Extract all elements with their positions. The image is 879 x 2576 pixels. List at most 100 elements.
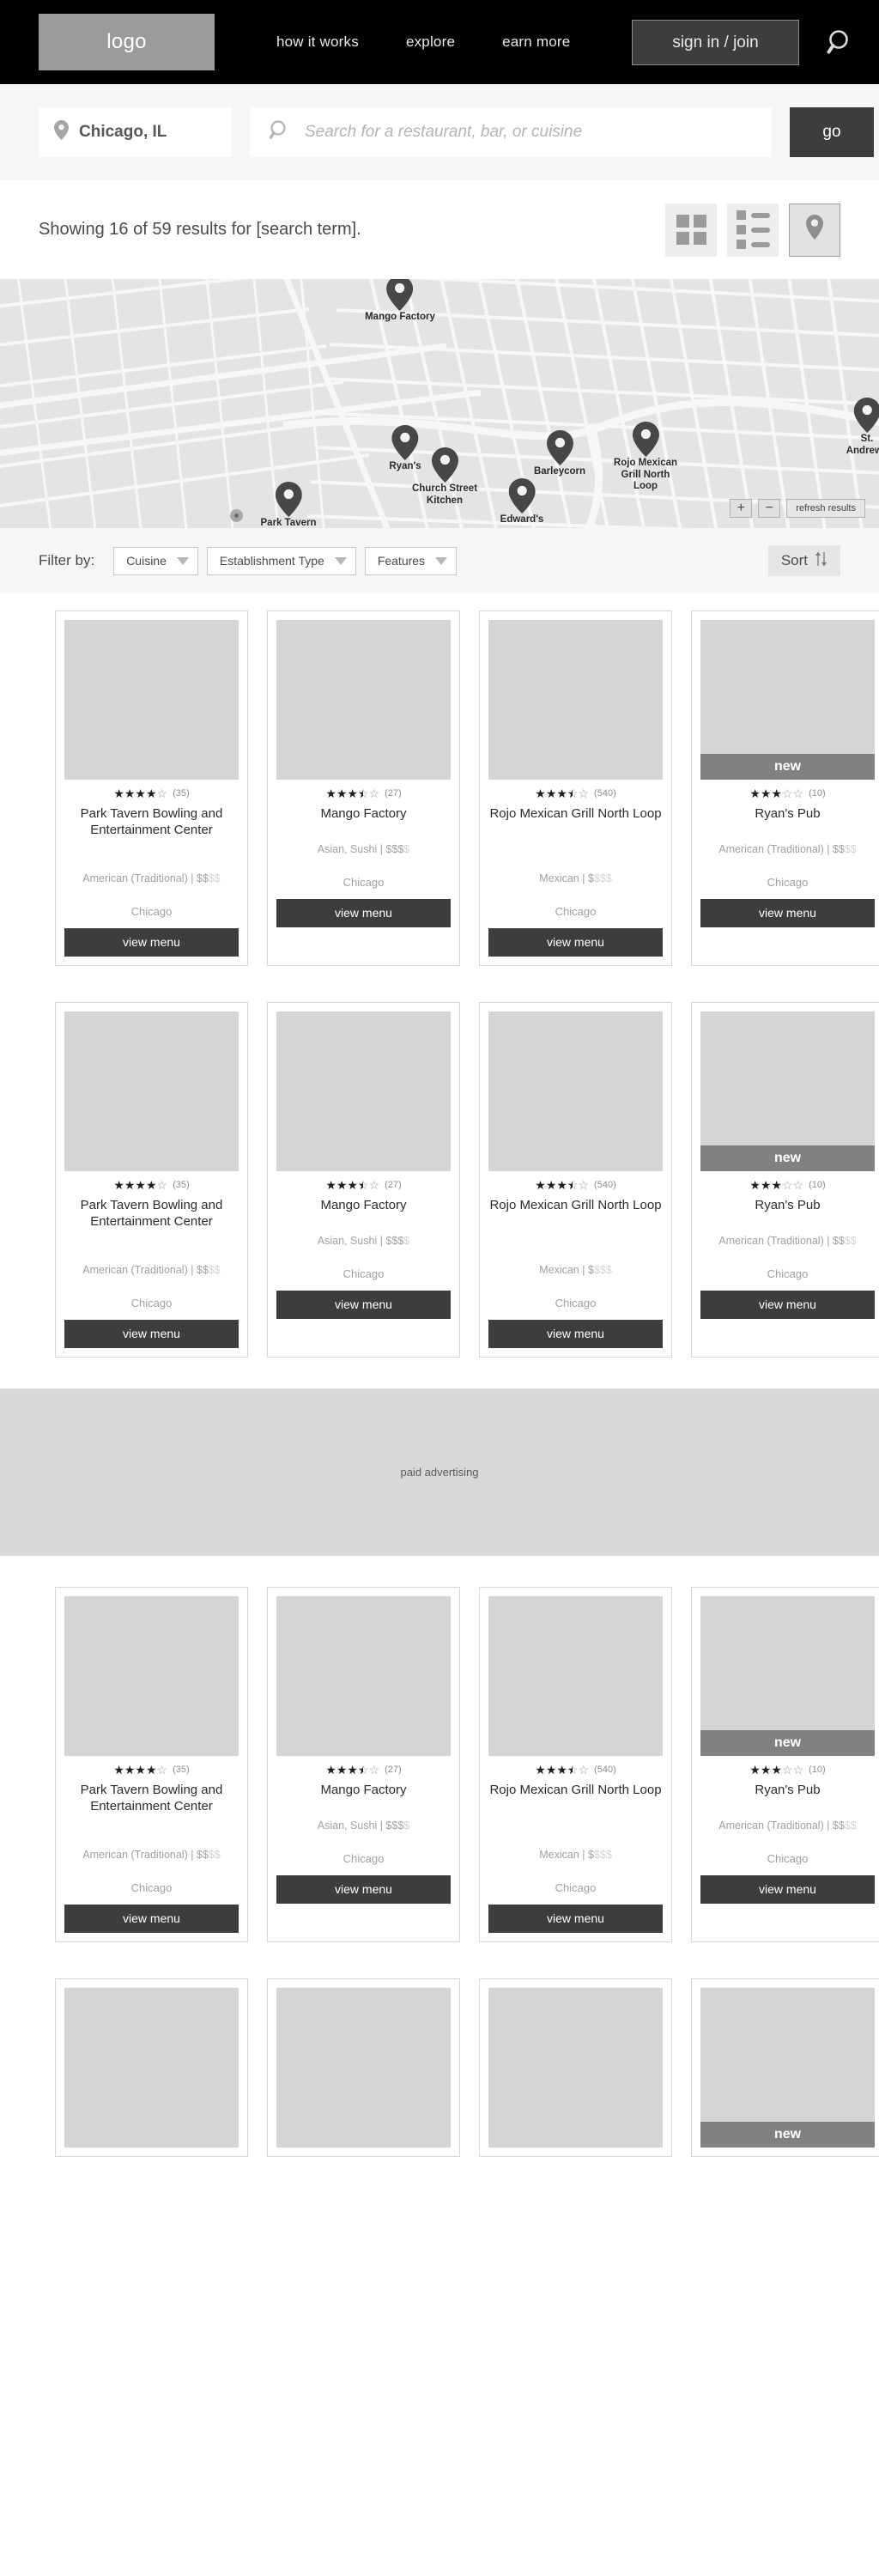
restaurant-thumbnail[interactable] [488,1987,663,2148]
view-menu-button[interactable]: view menu [488,1319,663,1348]
refresh-results-button[interactable]: refresh results [786,499,865,518]
map-zoom-in-button[interactable]: + [730,499,753,518]
restaurant-thumbnail[interactable] [488,1011,663,1171]
map-pin[interactable]: St. Andrews [846,398,879,457]
chevron-down-icon [435,556,448,565]
map-pin-label: Park Tavern Bowling and Enterntainment C… [260,518,317,528]
restaurant-card[interactable]: new ★★★☆☆ (10) Ryan's Pub American (Traditio… [691,1586,879,1942]
restaurant-card[interactable] [479,1978,672,2157]
map-pin[interactable]: Church Street Kitchen [412,447,477,507]
view-menu-button[interactable]: view menu [488,927,663,957]
restaurant-card[interactable]: ★★★☆★☆ (540) Rojo Mexican Grill North Loop… [479,1001,672,1358]
restaurant-thumbnail[interactable] [276,1595,451,1756]
restaurant-card[interactable]: new ★★★☆☆ (10) Ryan's Pub American (Traditio… [691,611,879,966]
restaurant-thumbnail[interactable] [488,1595,663,1756]
filter-select-establishment-type[interactable]: Establishment Type [206,546,356,575]
map-pin[interactable]: Barleycorn [534,430,585,478]
restaurant-thumbnail[interactable] [276,1987,451,2148]
map-pin-icon [508,478,536,513]
grid-icon [676,215,706,245]
restaurant-name[interactable]: Rojo Mexican Grill North Loop [488,1783,663,1832]
city: Chicago [555,1296,597,1309]
search-icon[interactable] [827,28,855,61]
review-count: (35) [173,788,190,799]
map-pin[interactable]: Edward's [500,478,543,526]
restaurant-card[interactable]: new ★★★☆☆ (10) Ryan's Pub American (Traditio… [691,1001,879,1358]
restaurant-card[interactable]: new [691,1978,879,2157]
rating: ★★★☆☆ (10) [700,787,875,799]
restaurant-name[interactable]: Rojo Mexican Grill North Loop [488,1198,663,1248]
restaurant-card[interactable]: ★★★☆★☆ (27) Mango Factory Asian, Sushi | $$… [267,1586,460,1942]
sign-in-join-button[interactable]: sign in / join [632,20,799,65]
restaurant-name[interactable]: Mango Factory [276,1198,451,1218]
restaurant-thumbnail[interactable] [488,620,663,780]
location-input[interactable]: Chicago, IL [39,107,232,157]
restaurant-card[interactable]: ★★★★☆ (35) Park Tavern Bowling and Enterta… [55,611,248,966]
nav-link-explore[interactable]: explore [406,33,455,51]
city: Chicago [767,1267,809,1280]
sort-button[interactable]: Sort [767,545,840,576]
search-input[interactable]: Search for a restaurant, bar, or cuisine [250,107,772,157]
review-count: (10) [809,788,826,799]
restaurant-name[interactable]: Ryan's Pub [700,806,875,827]
restaurant-card[interactable] [267,1978,460,2157]
restaurant-name[interactable]: Park Tavern Bowling and Entertainment Ce… [64,806,239,856]
restaurant-name[interactable]: Ryan's Pub [700,1198,875,1218]
map-zoom-out-button[interactable]: − [758,499,781,518]
view-menu-button[interactable]: view menu [700,1874,875,1904]
logo[interactable]: logo [39,14,215,70]
restaurant-name[interactable]: Rojo Mexican Grill North Loop [488,806,663,856]
view-menu-button[interactable]: view menu [700,1290,875,1319]
view-menu-button[interactable]: view menu [64,1319,239,1348]
view-menu-button[interactable]: view menu [700,898,875,927]
restaurant-card[interactable]: ★★★☆★☆ (27) Mango Factory Asian, Sushi | $$… [267,1001,460,1358]
restaurant-thumbnail[interactable] [276,1011,451,1171]
grid-view-button[interactable] [665,203,717,257]
restaurant-thumbnail[interactable] [64,1595,239,1756]
restaurant-card[interactable]: ★★★☆★☆ (540) Rojo Mexican Grill North Loop… [479,1586,672,1942]
restaurant-card[interactable] [55,1978,248,2157]
review-count: (27) [385,788,402,799]
restaurant-name[interactable]: Ryan's Pub [700,1783,875,1803]
filter-select-cuisine[interactable]: Cuisine [113,546,198,575]
nav-link-how-it-works[interactable]: how it works [276,33,359,51]
primary-nav-links: how it works explore earn more [276,33,570,51]
results-map[interactable]: Mango Factory Ryan's Church Street Kitchen… [0,279,879,528]
review-count: (27) [385,1764,402,1775]
paid-advertising-banner[interactable]: paid advertising [0,1388,879,1556]
restaurant-name[interactable]: Park Tavern Bowling and Entertainment Ce… [64,1198,239,1248]
restaurant-thumbnail[interactable]: new [700,1595,875,1756]
map-pin[interactable]: Mango Factory [365,279,435,324]
restaurant-card[interactable]: ★★★★☆ (35) Park Tavern Bowling and Enterta… [55,1586,248,1942]
list-view-button[interactable] [727,203,779,257]
restaurant-name[interactable]: Park Tavern Bowling and Entertainment Ce… [64,1783,239,1832]
restaurant-thumbnail[interactable]: new [700,1011,875,1171]
restaurant-name[interactable]: Mango Factory [276,1783,451,1803]
restaurant-card[interactable]: ★★★☆★☆ (27) Mango Factory Asian, Sushi | $$… [267,611,460,966]
view-menu-button[interactable]: view menu [276,1874,451,1904]
cuisine-and-price: American (Traditional) | $$$$ [718,843,857,855]
go-button[interactable]: go [790,107,874,157]
filter-select-features[interactable]: Features [364,546,458,575]
view-menu-button[interactable]: view menu [276,1290,451,1319]
review-count: (35) [173,1764,190,1775]
restaurant-thumbnail[interactable]: new [700,1987,875,2148]
restaurant-card[interactable]: ★★★★☆ (35) Park Tavern Bowling and Enterta… [55,1001,248,1358]
view-menu-button[interactable]: view menu [488,1904,663,1933]
city: Chicago [555,1880,597,1894]
nav-link-earn-more[interactable]: earn more [502,33,570,51]
map-pin[interactable]: Park Tavern Bowling and Enterntainment C… [252,482,324,528]
map-pin[interactable]: Rojo Mexican Grill North Loop [614,422,677,493]
restaurant-thumbnail[interactable] [64,1011,239,1171]
restaurant-card[interactable]: ★★★☆★☆ (540) Rojo Mexican Grill North Loop… [479,611,672,966]
restaurant-thumbnail[interactable] [64,620,239,780]
restaurant-thumbnail[interactable] [64,1987,239,2148]
map-view-button[interactable] [789,203,840,257]
search-icon [269,119,289,145]
view-menu-button[interactable]: view menu [64,927,239,957]
restaurant-thumbnail[interactable] [276,620,451,780]
restaurant-thumbnail[interactable]: new [700,620,875,780]
view-menu-button[interactable]: view menu [276,898,451,927]
view-menu-button[interactable]: view menu [64,1904,239,1933]
restaurant-name[interactable]: Mango Factory [276,806,451,827]
